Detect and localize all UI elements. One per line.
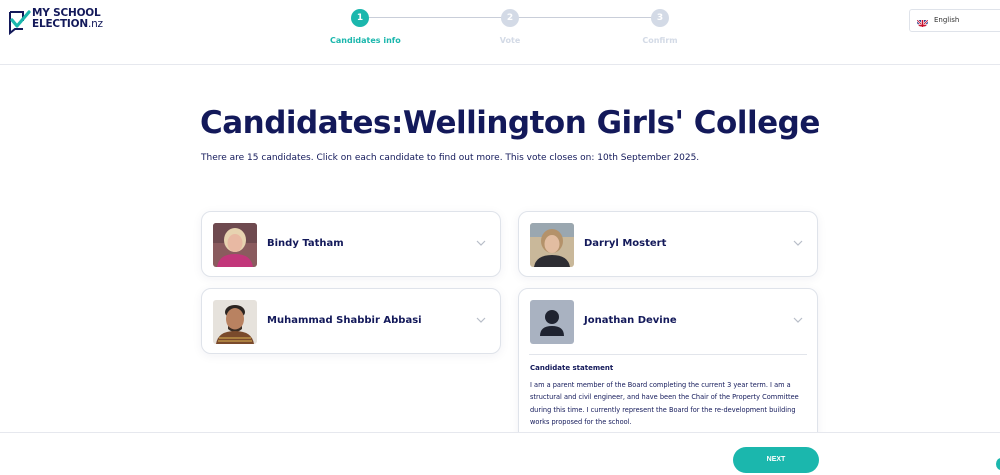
candidate-photo-placeholder xyxy=(530,300,574,344)
step-label: Vote xyxy=(499,36,521,45)
candidate-name: Jonathan Devine xyxy=(584,315,677,326)
language-selector[interactable]: English xyxy=(909,9,1000,32)
step-number: 2 xyxy=(501,9,519,27)
top-header: MY SCHOOL ELECTION.nz 1 Candidates info … xyxy=(0,0,1000,65)
statement-title: Candidate statement xyxy=(530,364,614,372)
step-label: Confirm xyxy=(642,36,678,45)
next-button[interactable]: NEXT xyxy=(733,447,819,473)
candidate-name: Muhammad Shabbir Abbasi xyxy=(267,315,422,326)
statement-divider xyxy=(529,354,807,355)
avatar-placeholder-icon xyxy=(530,300,574,344)
step-confirm: 3 Confirm xyxy=(630,9,690,45)
candidate-card-muhammad-shabbir-abbasi[interactable]: Muhammad Shabbir Abbasi xyxy=(201,288,501,354)
progress-stepper: 1 Candidates info 2 Vote 3 Confirm xyxy=(330,9,678,49)
step-candidates-info: 1 Candidates info xyxy=(330,9,401,45)
candidate-photo xyxy=(213,300,257,344)
checkmark-logo-icon xyxy=(9,10,31,36)
step-label: Candidates info xyxy=(330,36,401,45)
page-subtitle: There are 15 candidates. Click on each c… xyxy=(201,153,700,163)
logo-wordmark: MY SCHOOL ELECTION.nz xyxy=(32,7,103,30)
candidate-card-bindy-tatham[interactable]: Bindy Tatham xyxy=(201,211,501,277)
chat-widget-icon[interactable] xyxy=(996,458,1000,470)
step-vote: 2 Vote xyxy=(480,9,540,45)
candidate-statement: I am a parent member of the Board comple… xyxy=(530,381,799,426)
chevron-down-icon[interactable] xyxy=(793,240,803,247)
candidate-name: Bindy Tatham xyxy=(267,238,344,249)
candidate-photo xyxy=(213,223,257,267)
candidate-card-darryl-mostert[interactable]: Darryl Mostert xyxy=(518,211,818,277)
footer-bar xyxy=(0,432,1000,475)
chevron-down-icon[interactable] xyxy=(793,317,803,324)
uk-flag-icon xyxy=(917,16,928,27)
chevron-down-icon[interactable] xyxy=(476,240,486,247)
candidate-photo xyxy=(530,223,574,267)
site-logo[interactable]: MY SCHOOL ELECTION.nz xyxy=(7,8,117,40)
language-label: English xyxy=(934,16,960,24)
page-title: Candidates:Wellington Girls' College xyxy=(200,105,820,141)
candidate-name: Darryl Mostert xyxy=(584,238,667,249)
chevron-down-icon[interactable] xyxy=(476,317,486,324)
step-number: 3 xyxy=(651,9,669,27)
step-number: 1 xyxy=(351,9,369,27)
